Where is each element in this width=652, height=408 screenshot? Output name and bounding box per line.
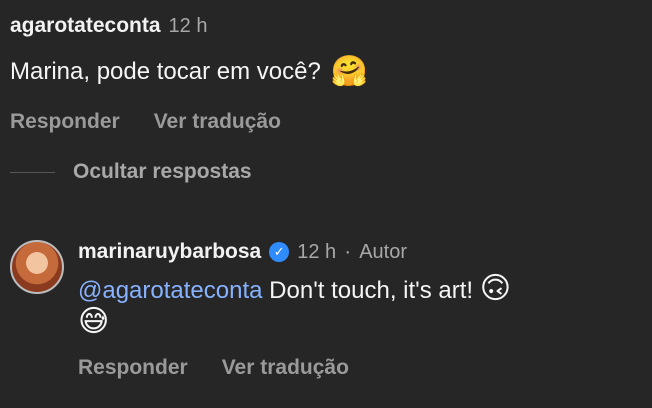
comment-time: 12 h [168, 15, 208, 37]
reply-time: 12 h [297, 240, 337, 263]
translate-button[interactable]: Ver tradução [222, 356, 349, 380]
meta-separator: · [344, 240, 352, 263]
comment-text: Marina, pode tocar em você? 🤗 [10, 56, 640, 88]
reply-button[interactable]: Responder [10, 110, 120, 134]
translate-button[interactable]: Ver tradução [154, 110, 281, 134]
reply-meta: marinaruybarbosa ✓ 12 h · Autor [78, 240, 640, 264]
reply-button[interactable]: Responder [78, 356, 188, 380]
verified-badge-icon: ✓ [269, 242, 290, 262]
reply-body-text: Don't touch, it's art! [262, 277, 480, 304]
hugging-face-emoji: 🤗 [330, 54, 369, 89]
mention-link[interactable]: @agarotateconta [78, 277, 263, 304]
grinning-sweat-emoji: 😅 [78, 304, 110, 339]
reply-text: @agarotateconta Don't touch, it's art! 🙃… [78, 274, 640, 340]
author-label: Autor [359, 240, 407, 263]
reply-actions: Responder Ver tradução [78, 356, 640, 380]
hide-replies-row: Ocultar respostas [10, 160, 252, 184]
comment-meta: agarotateconta 12 h [10, 14, 640, 38]
reply-comment: marinaruybarbosa ✓ 12 h · Autor @agarota… [10, 240, 640, 380]
comment-username[interactable]: agarotateconta [10, 14, 161, 38]
upside-down-face-emoji: 🙃 [479, 271, 512, 306]
hide-replies-button[interactable]: Ocultar respostas [73, 160, 252, 184]
avatar[interactable] [10, 240, 64, 294]
comment: agarotateconta 12 h Marina, pode tocar e… [10, 14, 640, 134]
comment-actions: Responder Ver tradução [10, 110, 640, 134]
comment-body: Marina, pode tocar em você? [10, 58, 321, 85]
comments-thread: agarotateconta 12 h Marina, pode tocar e… [0, 0, 652, 408]
reply-username[interactable]: marinaruybarbosa [78, 240, 261, 264]
hide-replies-divider [10, 171, 55, 173]
reply-body: marinaruybarbosa ✓ 12 h · Autor @agarota… [78, 240, 640, 380]
